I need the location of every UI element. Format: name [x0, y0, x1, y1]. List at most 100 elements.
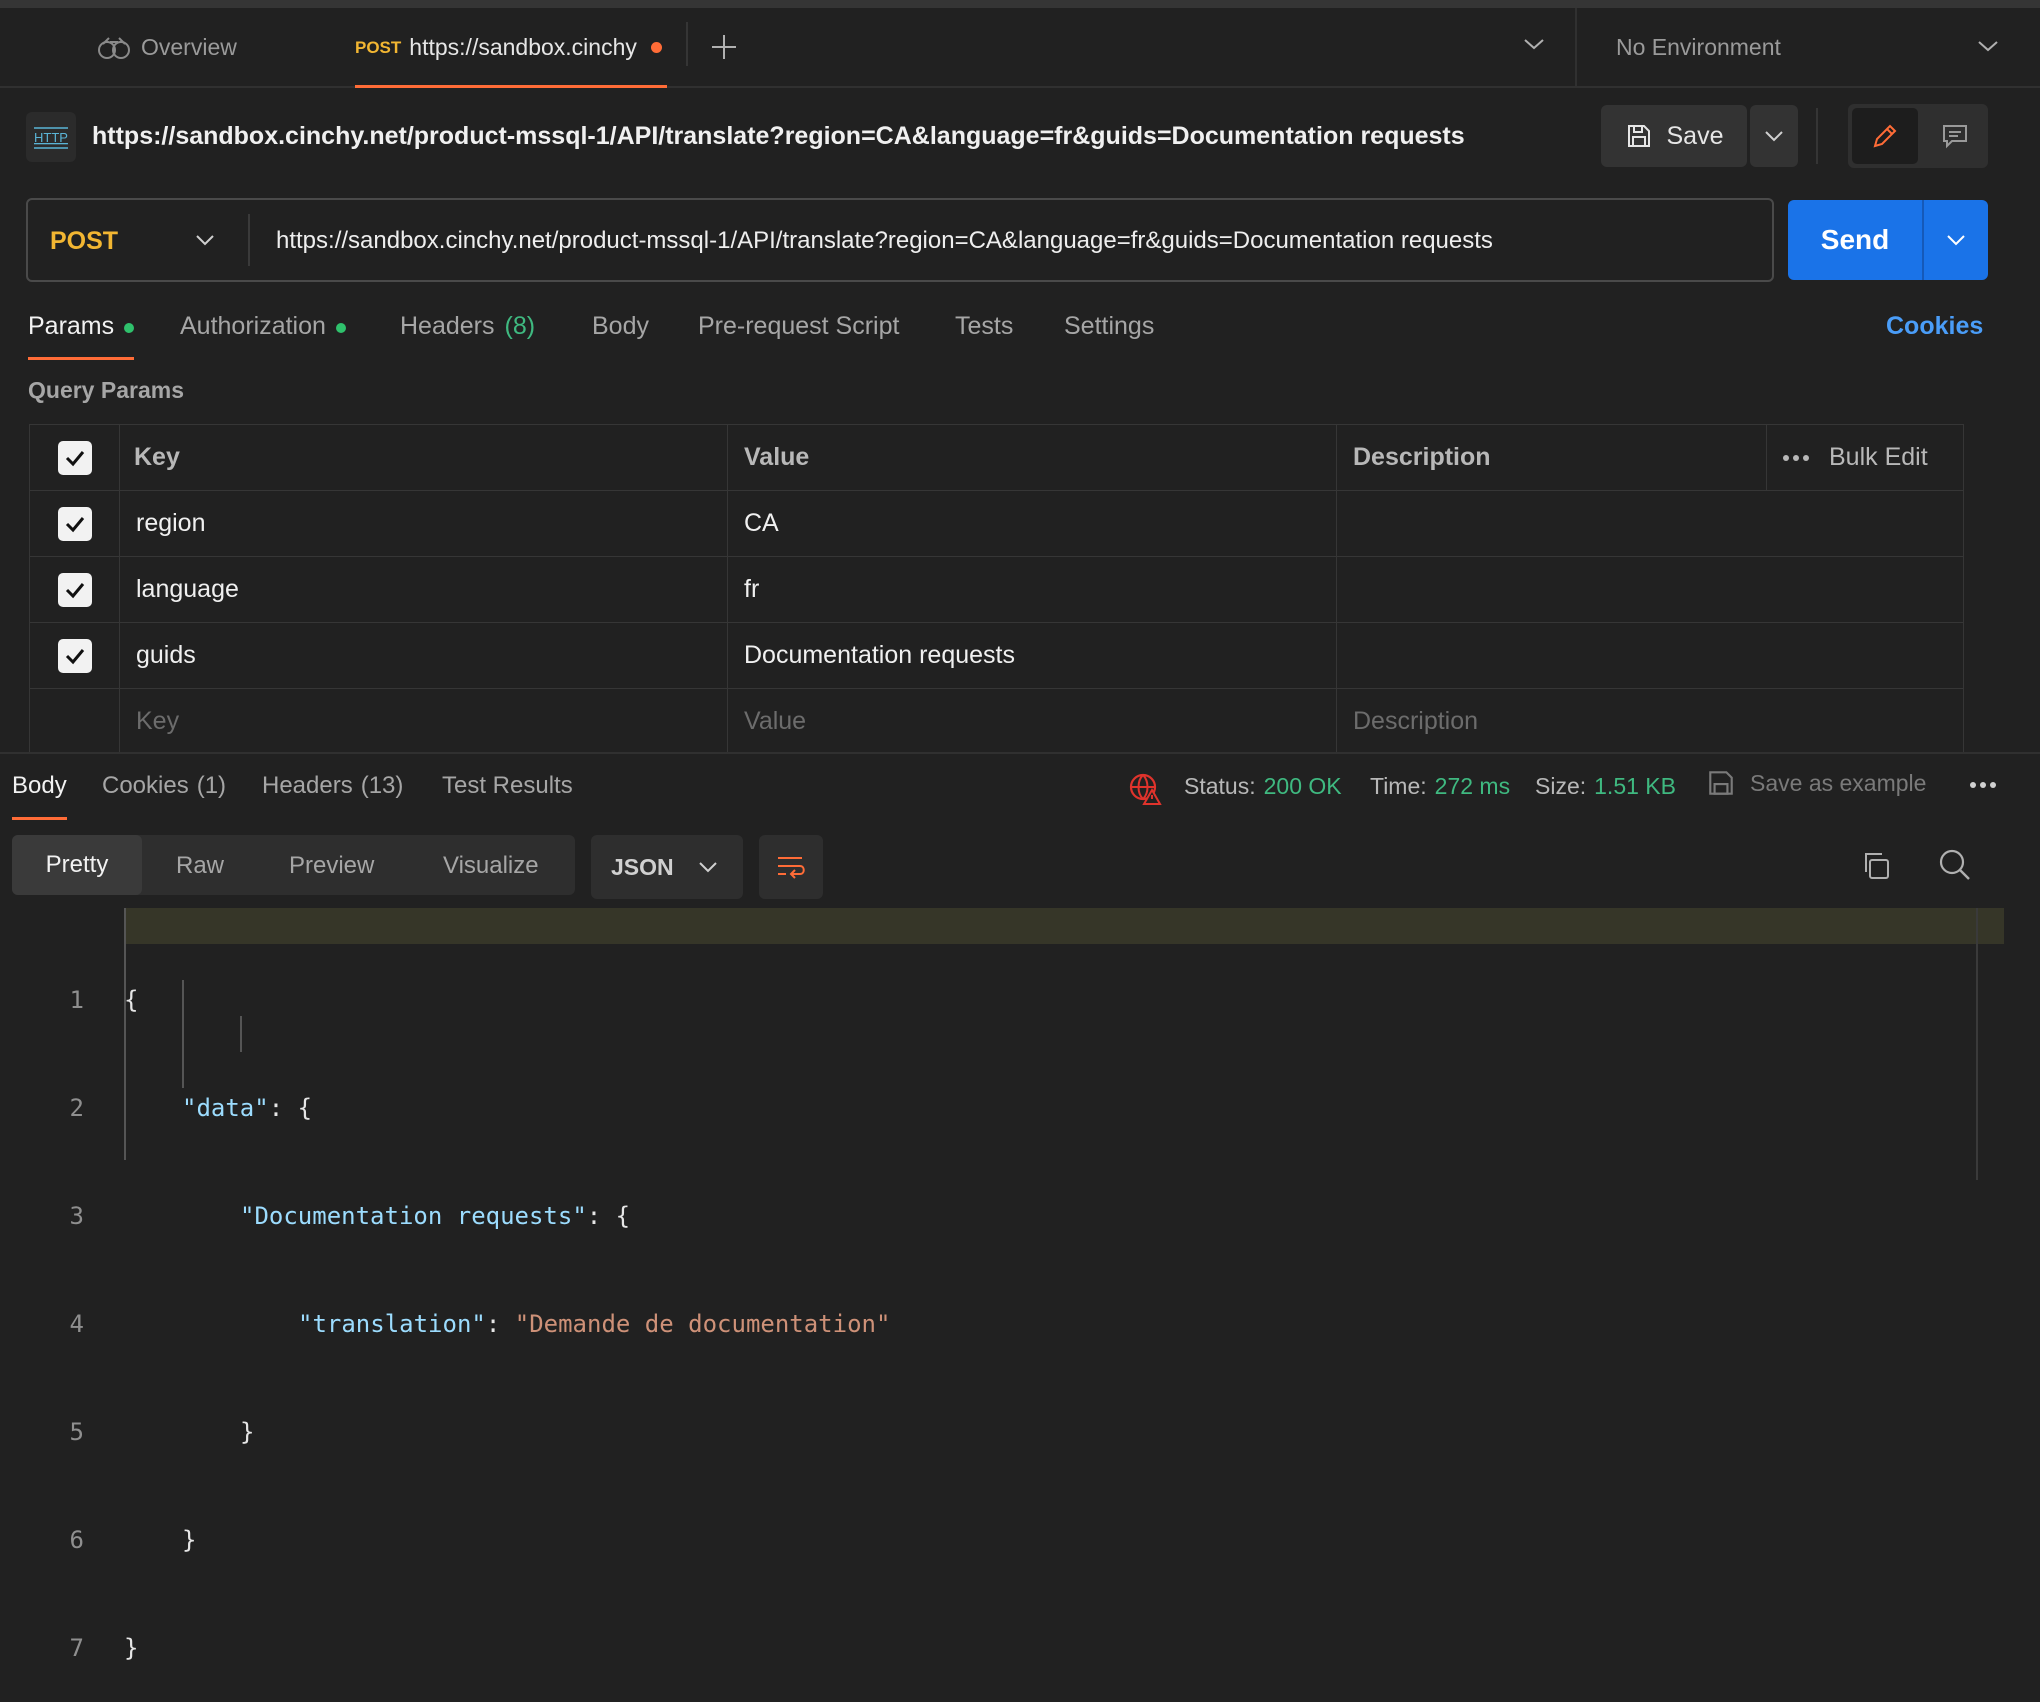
param-key-cell[interactable]: region: [119, 490, 728, 557]
chevron-down-icon: [1947, 235, 1965, 246]
check-icon: [65, 516, 84, 532]
tab-tests[interactable]: Tests: [955, 312, 1013, 341]
environment-label: No Environment: [1616, 34, 1781, 60]
save-button[interactable]: Save: [1601, 105, 1747, 167]
wrap-lines-button[interactable]: [759, 835, 823, 899]
send-options-button[interactable]: [1924, 200, 1988, 280]
select-all-checkbox[interactable]: [57, 440, 92, 475]
active-tab-title: https://sandbox.cinchy: [409, 34, 637, 60]
select-all-cell: [29, 424, 120, 491]
code-line: }: [124, 1630, 890, 1666]
line-number: 6: [69, 1526, 84, 1554]
param-value-cell[interactable]: fr: [727, 556, 1337, 623]
json-key: "data": [182, 1094, 269, 1122]
overview-tab[interactable]: Overview: [97, 34, 237, 61]
param-key-cell[interactable]: guids: [119, 622, 728, 689]
param-value-cell[interactable]: CA: [727, 490, 1337, 557]
header-divider: [1816, 108, 1818, 164]
tab-body[interactable]: Body: [592, 312, 649, 341]
table-row: region CA: [29, 490, 1964, 557]
tab-headers-label: Headers: [400, 312, 495, 340]
response-more-icon[interactable]: [1970, 782, 1996, 788]
response-tab-cookies-label: Cookies: [102, 772, 189, 799]
editor-scrollbar[interactable]: [1976, 908, 1978, 1180]
table-header-row: Key Value Description Bulk Edit: [29, 424, 1964, 491]
json-brace: {: [124, 986, 139, 1014]
send-button[interactable]: Send: [1788, 200, 1922, 280]
param-description-cell[interactable]: [1336, 490, 1964, 557]
url-divider: [248, 214, 250, 266]
param-value-cell[interactable]: Documentation requests: [727, 622, 1337, 689]
url-input[interactable]: https://sandbox.cinchy.net/product-mssql…: [276, 227, 1756, 255]
new-tab-button[interactable]: [709, 32, 739, 62]
save-icon: [1627, 125, 1650, 147]
save-options-button[interactable]: [1750, 105, 1798, 167]
response-tab-test-results[interactable]: Test Results: [442, 772, 573, 800]
authorization-active-dot: [335, 323, 346, 333]
method-select[interactable]: POST: [28, 200, 248, 280]
time-value: 272 ms: [1434, 773, 1511, 799]
view-visualize[interactable]: Visualize: [443, 852, 539, 880]
active-request-tab[interactable]: POST https://sandbox.cinchy: [355, 8, 667, 88]
response-tab-headers[interactable]: Headers (13): [262, 772, 403, 800]
new-key-input[interactable]: Key: [119, 688, 728, 755]
save-icon: [1709, 771, 1733, 795]
network-error-icon[interactable]: [1128, 772, 1162, 806]
tab-headers[interactable]: Headers (8): [400, 312, 535, 341]
code-line: "Documentation requests": {: [124, 1198, 890, 1234]
format-select[interactable]: JSON: [591, 835, 743, 899]
row-checkbox[interactable]: [57, 638, 92, 673]
code-line: }: [124, 1522, 890, 1558]
chevron-down-icon: [196, 235, 214, 246]
json-brace: }: [182, 1526, 197, 1554]
code-line: {: [124, 982, 890, 1018]
chevron-down-icon: [1524, 39, 1544, 50]
param-key-cell[interactable]: language: [119, 556, 728, 623]
time-label: Time:: [1370, 773, 1427, 799]
json-punctuation: :: [485, 1310, 515, 1338]
view-preview[interactable]: Preview: [289, 852, 374, 880]
search-icon[interactable]: [1938, 848, 1972, 882]
chevron-down-icon: [699, 862, 717, 873]
tab-params-label: Params: [28, 312, 115, 340]
tab-authorization[interactable]: Authorization: [180, 312, 346, 341]
method-label: POST: [50, 227, 119, 255]
copy-icon[interactable]: [1860, 850, 1892, 882]
query-params-title: Query Params: [28, 377, 184, 403]
unsaved-dot: [651, 42, 663, 53]
param-description-cell[interactable]: [1336, 556, 1964, 623]
tab-settings[interactable]: Settings: [1064, 312, 1154, 341]
row-checkbox[interactable]: [57, 572, 92, 607]
chevron-down-icon: [1765, 131, 1783, 142]
comments-button[interactable]: [1926, 108, 1984, 164]
new-description-input[interactable]: Description: [1336, 688, 1964, 755]
pencil-icon: [1873, 124, 1897, 148]
tab-params[interactable]: Params: [28, 312, 135, 360]
response-tab-headers-label: Headers: [262, 772, 353, 799]
edit-mode-button[interactable]: [1852, 108, 1918, 164]
environment-selector[interactable]: No Environment: [1578, 8, 2040, 88]
more-options-icon[interactable]: [1783, 454, 1809, 461]
tabs-dropdown-button[interactable]: [1522, 36, 1546, 52]
new-value-input[interactable]: Value: [727, 688, 1337, 755]
view-pretty[interactable]: Pretty: [12, 835, 142, 895]
save-as-example-button[interactable]: Save as example: [1706, 768, 1926, 798]
json-string: "Demande de documentation": [514, 1310, 891, 1338]
response-time: Time: 272 ms: [1370, 773, 1510, 800]
check-icon: [65, 450, 84, 466]
response-body-code[interactable]: { "data": { "Documentation requests": { …: [124, 910, 890, 1702]
response-tab-body-label: Body: [12, 772, 67, 799]
tab-prerequest-script[interactable]: Pre-request Script: [698, 312, 899, 341]
column-header-description: Description: [1336, 424, 1767, 491]
param-description-cell[interactable]: [1336, 622, 1964, 689]
cookies-link[interactable]: Cookies: [1886, 312, 1983, 341]
bulk-edit-button[interactable]: Bulk Edit: [1829, 443, 1928, 472]
request-name[interactable]: https://sandbox.cinchy.net/product-mssql…: [92, 122, 1572, 151]
response-tab-body[interactable]: Body: [12, 772, 67, 820]
view-raw[interactable]: Raw: [176, 852, 224, 880]
row-checkbox[interactable]: [57, 506, 92, 541]
response-tab-cookies[interactable]: Cookies (1): [102, 772, 226, 800]
env-divider: [1575, 8, 1577, 88]
code-line: }: [124, 1414, 890, 1450]
send-button-label: Send: [1820, 224, 1890, 255]
